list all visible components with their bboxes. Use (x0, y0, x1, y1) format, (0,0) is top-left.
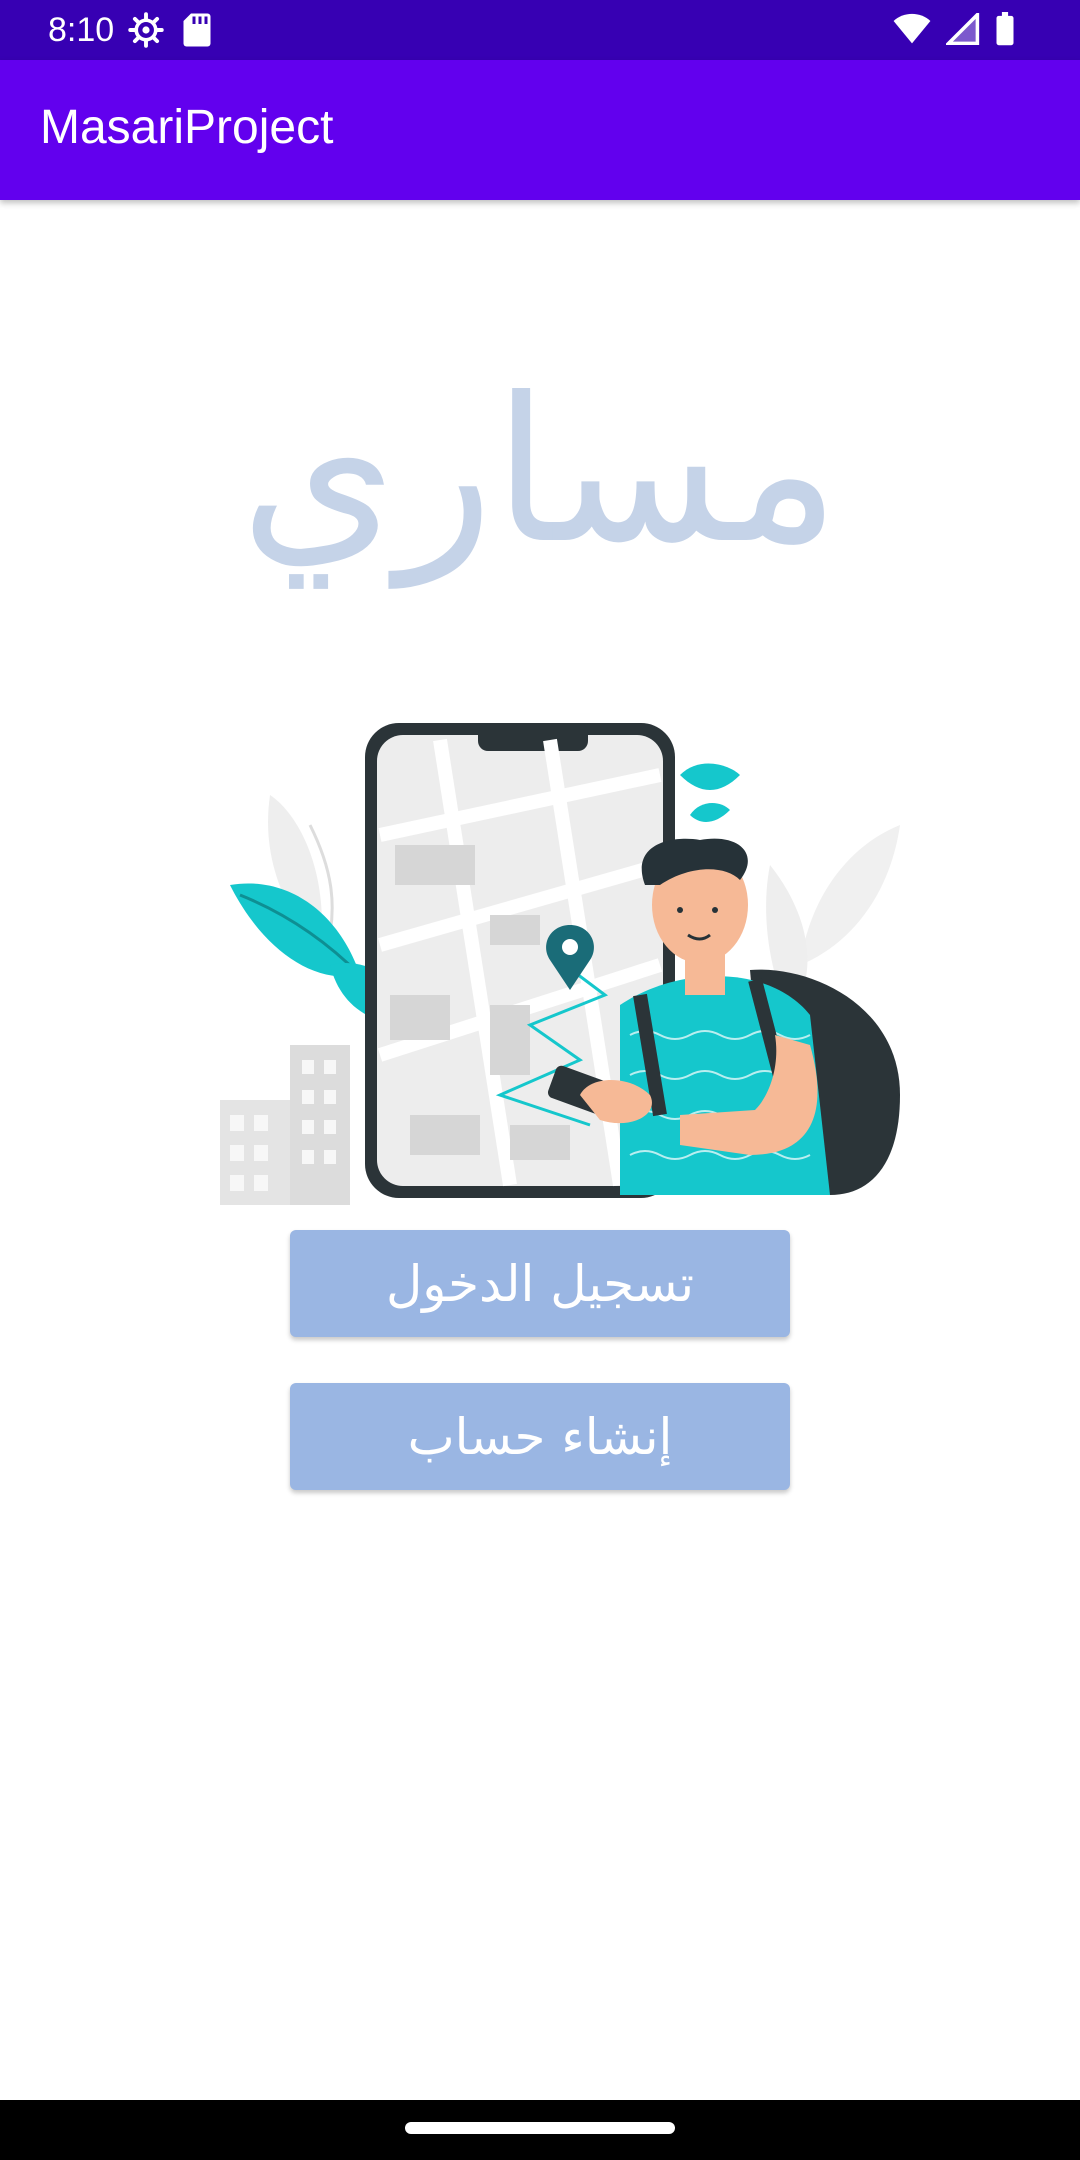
wifi-icon (892, 13, 932, 49)
battery-icon (994, 12, 1016, 50)
logo-calligraphy: مساري (240, 355, 840, 589)
cell-signal-icon (944, 10, 980, 49)
status-time: 8:10 (48, 11, 115, 49)
status-bar: 8:10 (0, 0, 1080, 60)
status-right-icons (892, 10, 1016, 50)
status-left-icons (128, 12, 212, 52)
navigation-bar (0, 2100, 1080, 2160)
logo-text: مساري (240, 355, 840, 589)
app-bar: MasariProject (0, 60, 1080, 200)
sd-card-icon (182, 12, 212, 52)
login-button[interactable]: تسجيل الدخول (290, 1230, 790, 1337)
home-pill[interactable] (405, 2122, 675, 2134)
settings-icon (128, 12, 164, 52)
logo: مساري (220, 340, 860, 620)
person-with-phone-map-illustration (210, 715, 910, 1205)
app-title: MasariProject (40, 101, 334, 154)
create-account-button[interactable]: إنشاء حساب (290, 1383, 790, 1490)
screen: 8:10 MasariProject مساري تسجيل الدخول إن… (0, 0, 1080, 2160)
